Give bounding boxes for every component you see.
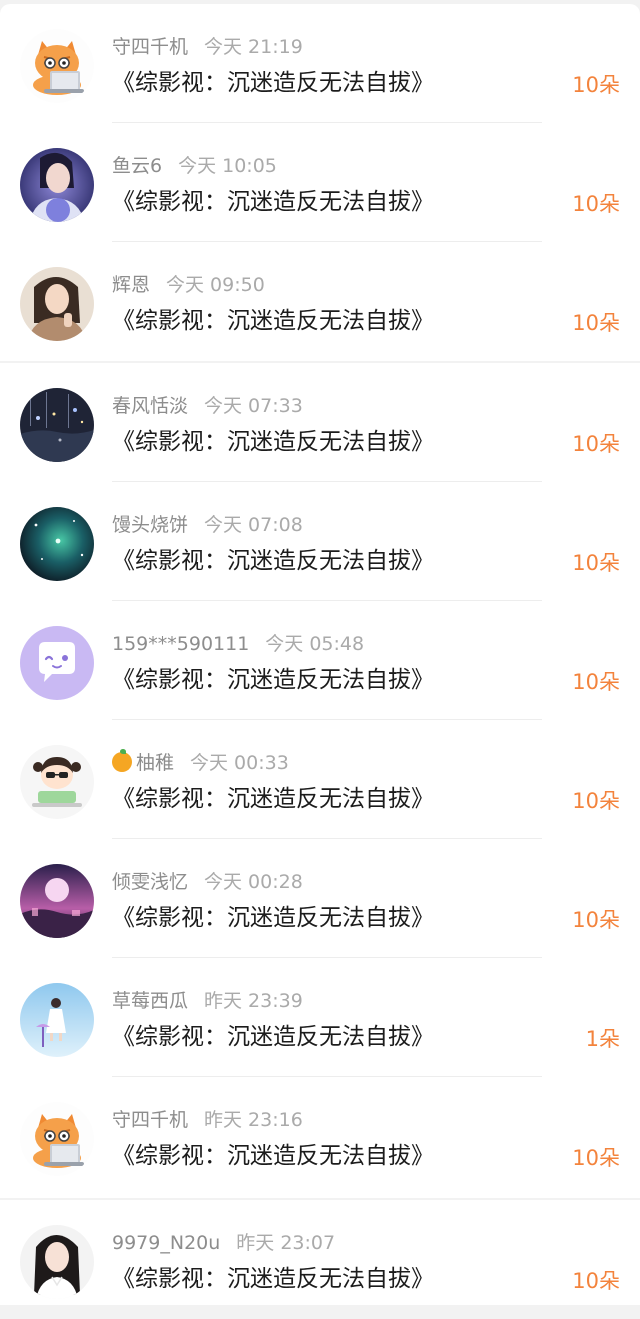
flower-count: 10朵 <box>572 789 620 813</box>
item-meta: 159***590111 今天 05:48 <box>112 630 364 658</box>
user-name[interactable]: 159***590111 <box>112 633 249 655</box>
woman-portrait-avatar-icon[interactable] <box>20 1225 94 1299</box>
user-name[interactable]: 草莓西瓜 <box>112 990 188 1012</box>
user-name[interactable]: 9979_N20u <box>112 1232 220 1254</box>
list-item[interactable]: 辉恩 今天 09:50 《综影视：沉迷造反无法自拔》 10朵 <box>0 242 640 361</box>
item-meta: 9979_N20u 昨天 23:07 <box>112 1229 335 1257</box>
list-item[interactable]: 159***590111 今天 05:48 《综影视：沉迷造反无法自拔》 10朵 <box>0 601 640 720</box>
user-name[interactable]: 鱼云6 <box>112 155 162 177</box>
default-chat-avatar-icon[interactable] <box>20 626 94 700</box>
timestamp: 今天 21:19 <box>204 36 303 58</box>
user-name[interactable]: 春风恬淡 <box>112 395 188 417</box>
item-meta: 守四千机 昨天 23:16 <box>112 1106 303 1134</box>
item-meta: 辉恩 今天 09:50 <box>112 271 265 299</box>
flower-count: 10朵 <box>572 192 620 216</box>
book-title[interactable]: 《综影视：沉迷造反无法自拔》 <box>112 1020 434 1054</box>
flower-count: 10朵 <box>572 73 620 97</box>
timestamp: 昨天 23:16 <box>204 1109 303 1131</box>
list-item[interactable]: 守四千机 昨天 23:16 《综影视：沉迷造反无法自拔》 10朵 <box>0 1077 640 1196</box>
pink-moon-avatar-icon[interactable] <box>20 864 94 938</box>
list-item[interactable]: 馒头烧饼 今天 07:08 《综影视：沉迷造反无法自拔》 10朵 <box>0 482 640 601</box>
gift-list-card: 9979_N20u 昨天 23:07 《综影视：沉迷造反无法自拔》 10朵 <box>0 1200 640 1305</box>
girl-portrait-avatar-icon[interactable] <box>20 148 94 222</box>
book-title[interactable]: 《综影视：沉迷造反无法自拔》 <box>112 782 434 816</box>
item-meta: 馒头烧饼 今天 07:08 <box>112 511 303 539</box>
book-title[interactable]: 《综影视：沉迷造反无法自拔》 <box>112 66 434 100</box>
list-item[interactable]: 守四千机 今天 21:19 《综影视：沉迷造反无法自拔》 10朵 <box>0 4 640 123</box>
list-item[interactable]: 柚稚 今天 00:33 《综影视：沉迷造反无法自拔》 10朵 <box>0 720 640 839</box>
cartoon-girl-avatar-icon[interactable] <box>20 745 94 819</box>
galaxy-avatar-icon[interactable] <box>20 507 94 581</box>
book-title[interactable]: 《综影视：沉迷造反无法自拔》 <box>112 425 434 459</box>
book-title[interactable]: 《综影视：沉迷造反无法自拔》 <box>112 185 434 219</box>
blue-sky-girl-avatar-icon[interactable] <box>20 983 94 1057</box>
list-item[interactable]: 9979_N20u 昨天 23:07 《综影视：沉迷造反无法自拔》 10朵 <box>0 1200 640 1319</box>
book-title[interactable]: 《综影视：沉迷造反无法自拔》 <box>112 1139 434 1173</box>
tangerine-icon <box>112 749 132 772</box>
book-title[interactable]: 《综影视：沉迷造反无法自拔》 <box>112 901 434 935</box>
timestamp: 昨天 23:07 <box>236 1232 336 1254</box>
flower-count: 10朵 <box>572 1146 620 1170</box>
item-meta: 草莓西瓜 昨天 23:39 <box>112 987 303 1015</box>
night-scene-avatar-icon[interactable] <box>20 388 94 462</box>
user-name[interactable]: 守四千机 <box>112 36 188 58</box>
user-name[interactable]: 倾雯浅忆 <box>112 871 188 893</box>
flower-count: 10朵 <box>572 432 620 456</box>
list-item[interactable]: 草莓西瓜 昨天 23:39 《综影视：沉迷造反无法自拔》 1朵 <box>0 958 640 1077</box>
list-item[interactable]: 春风恬淡 今天 07:33 《综影视：沉迷造反无法自拔》 10朵 <box>0 363 640 482</box>
user-name[interactable]: 守四千机 <box>112 1109 188 1131</box>
item-meta: 鱼云6 今天 10:05 <box>112 152 277 180</box>
item-meta: 守四千机 今天 21:19 <box>112 33 303 61</box>
cat-avatar-icon[interactable] <box>20 1102 94 1176</box>
flower-count: 10朵 <box>572 551 620 575</box>
item-meta: 柚稚 今天 00:33 <box>112 749 289 777</box>
list-item[interactable]: 鱼云6 今天 10:05 《综影视：沉迷造反无法自拔》 10朵 <box>0 123 640 242</box>
item-meta: 春风恬淡 今天 07:33 <box>112 392 303 420</box>
user-name[interactable]: 辉恩 <box>112 274 150 296</box>
timestamp: 今天 00:33 <box>190 752 289 774</box>
book-title[interactable]: 《综影视：沉迷造反无法自拔》 <box>112 304 434 338</box>
timestamp: 今天 00:28 <box>204 871 303 893</box>
book-title[interactable]: 《综影视：沉迷造反无法自拔》 <box>112 663 434 697</box>
user-name[interactable]: 馒头烧饼 <box>112 514 188 536</box>
flower-count: 1朵 <box>585 1027 620 1051</box>
gift-list-card: 春风恬淡 今天 07:33 《综影视：沉迷造反无法自拔》 10朵 馒头烧饼 今天… <box>0 363 640 1198</box>
book-title[interactable]: 《综影视：沉迷造反无法自拔》 <box>112 1262 434 1296</box>
timestamp: 今天 07:08 <box>204 514 303 536</box>
timestamp: 今天 05:48 <box>265 633 365 655</box>
flower-count: 10朵 <box>572 908 620 932</box>
gift-record-list: 守四千机 今天 21:19 《综影视：沉迷造反无法自拔》 10朵 鱼云6 今天 … <box>0 0 640 1305</box>
user-name[interactable]: 柚稚 <box>136 752 174 774</box>
item-meta: 倾雯浅忆 今天 00:28 <box>112 868 303 896</box>
book-title[interactable]: 《综影视：沉迷造反无法自拔》 <box>112 544 434 578</box>
woman-photo-avatar-icon[interactable] <box>20 267 94 341</box>
flower-count: 10朵 <box>572 1269 620 1293</box>
gift-list-card: 守四千机 今天 21:19 《综影视：沉迷造反无法自拔》 10朵 鱼云6 今天 … <box>0 4 640 361</box>
timestamp: 今天 10:05 <box>178 155 277 177</box>
flower-count: 10朵 <box>572 311 620 335</box>
cat-avatar-icon[interactable] <box>20 29 94 103</box>
timestamp: 今天 07:33 <box>204 395 303 417</box>
timestamp: 今天 09:50 <box>166 274 265 296</box>
timestamp: 昨天 23:39 <box>204 990 303 1012</box>
list-item[interactable]: 倾雯浅忆 今天 00:28 《综影视：沉迷造反无法自拔》 10朵 <box>0 839 640 958</box>
flower-count: 10朵 <box>572 670 620 694</box>
